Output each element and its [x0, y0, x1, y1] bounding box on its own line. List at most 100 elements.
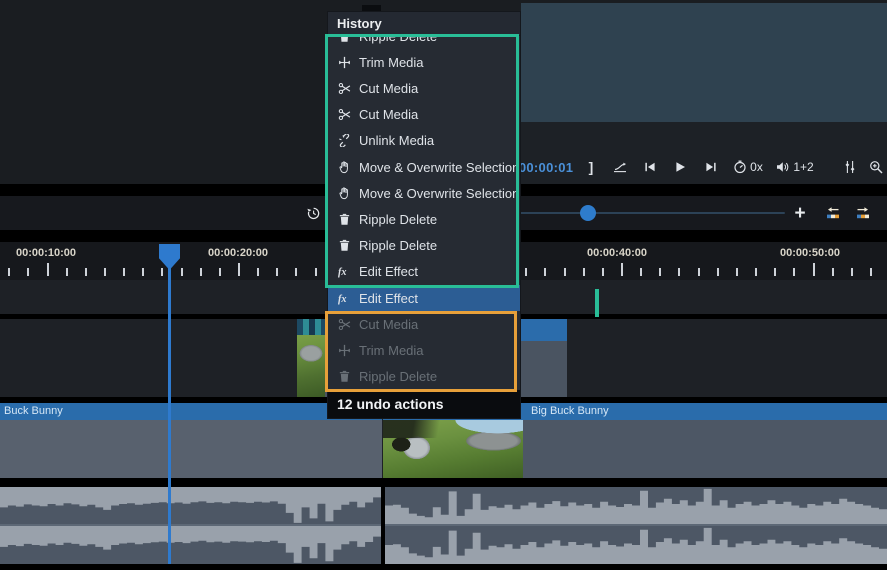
speed-button[interactable]: 0x: [728, 150, 768, 184]
upper-right-panel: [521, 3, 887, 122]
audio-waveform: [385, 526, 887, 563]
history-item: Trim Media: [328, 337, 520, 363]
ruler-tick: [564, 268, 566, 276]
ruler-tick: [8, 268, 10, 276]
audio-waveform: [0, 526, 381, 563]
history-item[interactable]: Move & Overwrite Selection: [328, 180, 520, 206]
history-footer: 12 undo actions: [328, 390, 520, 418]
ruler-tick: [851, 268, 853, 276]
zoom-slider-handle[interactable]: [580, 205, 596, 221]
history-button[interactable]: [301, 196, 325, 230]
playhead-marker[interactable]: [159, 244, 180, 270]
history-item[interactable]: Move & Overwrite Selection: [328, 154, 520, 180]
ruler-tick: [755, 268, 757, 276]
playhead-line[interactable]: [168, 268, 171, 564]
ruler-tick: [793, 268, 795, 276]
ruler-tick: [698, 268, 700, 276]
scissors-icon: [337, 81, 351, 95]
ruler-tick: [659, 268, 661, 276]
history-panel: Ripple Delete Trim Media Cut Media Cut Medi…: [328, 12, 520, 418]
ruler-tick: [238, 263, 240, 276]
scissors-icon: [337, 108, 351, 122]
audio-waveform: [385, 487, 887, 524]
fx-icon: fx: [337, 291, 351, 305]
ruler-tick: [104, 268, 106, 276]
clip-body: [0, 420, 382, 478]
audio-channels-button[interactable]: 1+2: [772, 150, 818, 184]
clip-name-label: Buck Bunny: [4, 405, 63, 417]
ruler-tick: [181, 268, 183, 276]
history-item-label: Ripple Delete: [359, 238, 437, 253]
next-frame-button[interactable]: [699, 150, 723, 184]
ruler-tick: [257, 268, 259, 276]
history-item: Ripple Delete: [328, 364, 520, 390]
audio-track[interactable]: [0, 487, 887, 564]
ruler-timestamp: 00:00:40:00: [587, 247, 647, 259]
history-item-label: Edit Effect: [359, 291, 418, 306]
trash-icon: [337, 212, 351, 226]
ruler-tick: [47, 263, 49, 276]
trash-icon: [337, 239, 351, 253]
history-item-label: Cut Media: [359, 81, 418, 96]
ruler-timestamp: 00:00:10:00: [16, 247, 76, 259]
history-item[interactable]: Cut Media: [328, 102, 520, 128]
video-clip-buck-bunny[interactable]: Buck Bunny: [0, 403, 382, 478]
history-item-label: Cut Media: [359, 107, 418, 122]
history-item-label: Ripple Delete: [359, 369, 437, 384]
ruler-timestamp: 00:00:50:00: [780, 247, 840, 259]
ruler-tick: [736, 268, 738, 276]
history-icon: [306, 206, 321, 221]
magnifier-plus-icon: [869, 160, 883, 174]
hand-icon: [337, 160, 351, 174]
ruler-tick: [85, 268, 87, 276]
ruler-tick: [870, 268, 872, 276]
video-editor-app: 0:00:00:01 ] 0x 1+2 + 00:00:10:00 00:00:2…: [0, 0, 887, 570]
arrange-right-icon: [855, 206, 871, 220]
audio-clip-right[interactable]: [385, 487, 887, 564]
ruler-tick: [525, 268, 527, 276]
history-panel-header: History: [328, 12, 520, 36]
trim-icon: [337, 343, 351, 357]
fx-icon: fx: [337, 265, 351, 279]
speed-ramp-icon: [613, 161, 627, 173]
history-list: Ripple Delete Trim Media Cut Media Cut Medi…: [328, 12, 520, 390]
previous-frame-button[interactable]: [638, 150, 662, 184]
ruler-tick: [544, 268, 546, 276]
speaker-icon: [776, 161, 790, 173]
move-clip-left-button[interactable]: [820, 196, 846, 230]
history-item[interactable]: Unlink Media: [328, 128, 520, 154]
undo-actions-count: 12 undo actions: [337, 396, 444, 412]
ruler-tick: [583, 268, 585, 276]
ruler-timestamp: 00:00:20:00: [208, 247, 268, 259]
playback-bar: 0:00:00:01 ] 0x 1+2: [500, 150, 887, 184]
audio-clip-left[interactable]: [0, 487, 381, 564]
history-item: Cut Media: [328, 311, 520, 337]
audio-mixer-button[interactable]: [838, 150, 862, 184]
history-panel-title: History: [337, 16, 382, 31]
play-button[interactable]: [668, 150, 692, 184]
history-item[interactable]: Ripple Delete: [328, 233, 520, 259]
history-item[interactable]: fx Edit Effect: [328, 285, 520, 311]
ruler-tick: [276, 268, 278, 276]
history-item[interactable]: fxEdit Effect: [328, 259, 520, 285]
zoom-in-button[interactable]: [864, 150, 887, 184]
history-item-label: Ripple Delete: [359, 212, 437, 227]
speed-ramp-button[interactable]: [608, 150, 632, 184]
move-clip-right-button[interactable]: [850, 196, 876, 230]
ruler-tick: [66, 268, 68, 276]
ruler-tick: [813, 263, 815, 276]
ruler-tick: [678, 268, 680, 276]
mark-out-button[interactable]: ]: [583, 150, 599, 184]
history-item[interactable]: Ripple Delete: [328, 206, 520, 232]
history-item-label: Trim Media: [359, 343, 424, 358]
ruler-tick: [219, 268, 221, 276]
history-item[interactable]: Cut Media: [328, 75, 520, 101]
history-item[interactable]: Trim Media: [328, 49, 520, 75]
add-track-button[interactable]: +: [790, 196, 810, 230]
trash-icon: [337, 370, 351, 384]
ruler-tick: [717, 268, 719, 276]
ruler-tick: [621, 263, 623, 276]
clip-name-label: Big Buck Bunny: [531, 405, 609, 417]
hand-icon: [337, 186, 351, 200]
bottom-bar: [0, 564, 887, 570]
